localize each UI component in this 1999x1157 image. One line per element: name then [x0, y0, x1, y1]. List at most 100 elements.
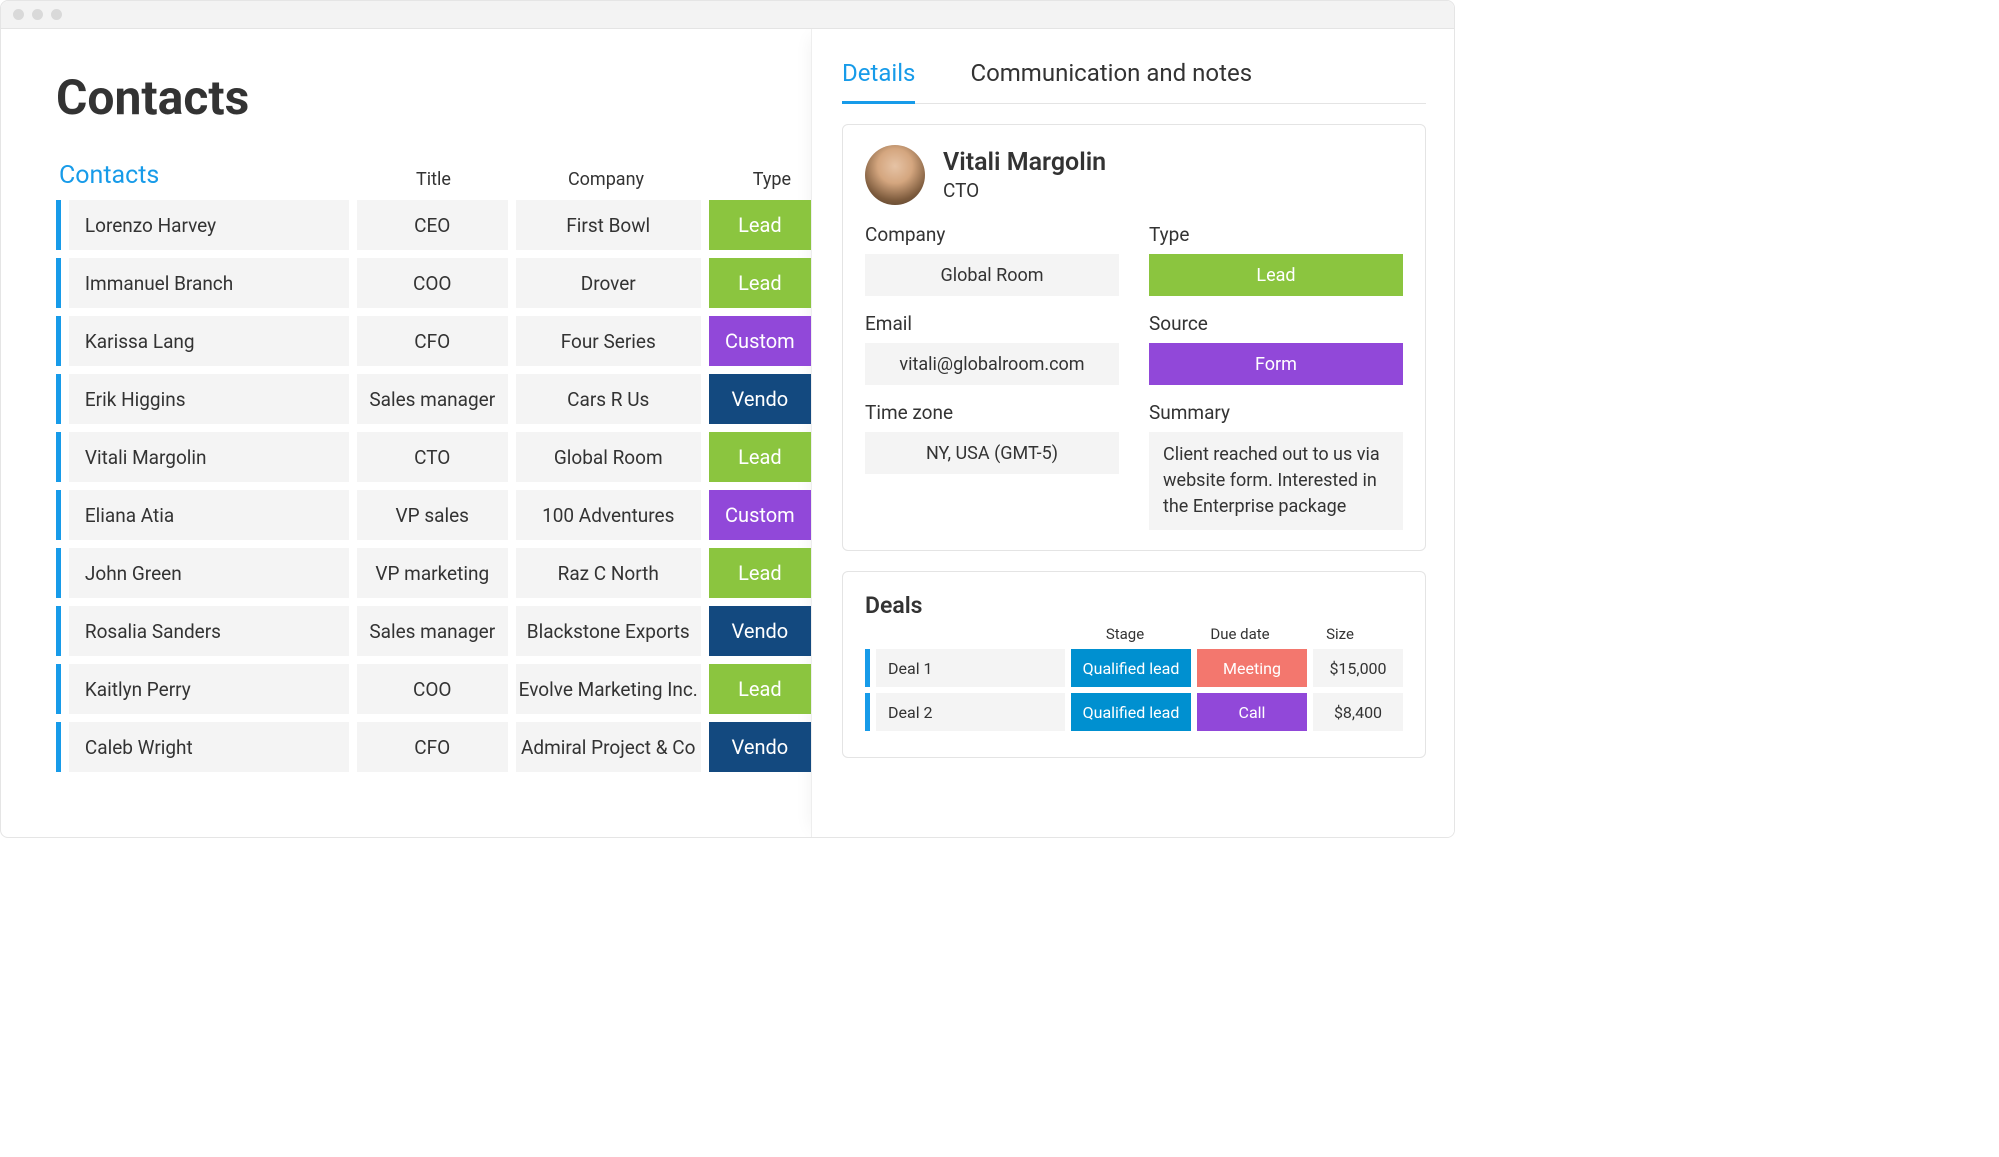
cell-type: Vendo [709, 606, 811, 656]
table-row[interactable]: Immanuel BranchCOODroverLead [56, 258, 811, 308]
cell-name: Eliana Atia [69, 490, 349, 540]
field-type-label: Type [1149, 223, 1403, 246]
cell-type: Custom [709, 316, 811, 366]
window-titlebar [1, 1, 1454, 29]
column-header-company: Company [511, 169, 701, 190]
table-row[interactable]: Karissa LangCFOFour SeriesCustom [56, 316, 811, 366]
page-title: Contacts [56, 69, 811, 126]
profile-card: Vitali Margolin CTO Company Global Room … [842, 124, 1426, 551]
row-accent-bar [56, 374, 61, 424]
table-row[interactable]: Kaitlyn PerryCOOEvolve Marketing Inc.Lea… [56, 664, 811, 714]
row-accent-bar [56, 200, 61, 250]
row-accent-bar [56, 606, 61, 656]
cell-type: Lead [709, 258, 811, 308]
cell-name: Karissa Lang [69, 316, 349, 366]
cell-company: First Bowl [516, 200, 701, 250]
row-accent-bar [56, 490, 61, 540]
contacts-header-row: Contacts Title Company Type [56, 161, 811, 190]
row-accent-bar [865, 649, 870, 687]
cell-title: VP marketing [357, 548, 508, 598]
window-dot-minimize-icon[interactable] [32, 9, 43, 20]
cell-type: Lead [709, 200, 811, 250]
cell-name: Vitali Margolin [69, 432, 349, 482]
app-window: Contacts Contacts Title Company Type Lor… [0, 0, 1455, 838]
cell-type: Lead [709, 548, 811, 598]
row-accent-bar [56, 548, 61, 598]
deal-row[interactable]: Deal 2Qualified leadCall$8,400 [865, 693, 1403, 731]
table-row[interactable]: Caleb WrightCFOAdmiral Project & CoVendo [56, 722, 811, 772]
field-type-value[interactable]: Lead [1149, 254, 1403, 296]
deal-size: $8,400 [1313, 693, 1403, 731]
profile-name: Vitali Margolin [943, 148, 1106, 177]
tabs: Details Communication and notes [842, 59, 1426, 104]
cell-type: Vendo [709, 374, 811, 424]
row-accent-bar [56, 316, 61, 366]
field-summary-value[interactable]: Client reached out to us via website for… [1149, 432, 1403, 530]
cell-company: Global Room [516, 432, 701, 482]
cell-name: Lorenzo Harvey [69, 200, 349, 250]
cell-type: Lead [709, 432, 811, 482]
tab-communication[interactable]: Communication and notes [970, 59, 1252, 103]
window-dot-zoom-icon[interactable] [51, 9, 62, 20]
cell-title: CEO [357, 200, 508, 250]
details-pane: Details Communication and notes Vitali M… [811, 29, 1454, 837]
deals-card: Deals Stage Due date Size Deal 1Qualifie… [842, 571, 1426, 758]
cell-title: Sales manager [357, 606, 508, 656]
field-timezone-value[interactable]: NY, USA (GMT-5) [865, 432, 1119, 474]
field-summary-label: Summary [1149, 401, 1403, 424]
field-company-value[interactable]: Global Room [865, 254, 1119, 296]
table-row[interactable]: Eliana AtiaVP sales100 AdventuresCustom [56, 490, 811, 540]
contacts-heading: Contacts [56, 161, 356, 190]
row-accent-bar [56, 664, 61, 714]
table-row[interactable]: Lorenzo HarveyCEOFirst BowlLead [56, 200, 811, 250]
column-header-type: Type [701, 169, 806, 190]
field-source-value[interactable]: Form [1149, 343, 1403, 385]
cell-title: Sales manager [357, 374, 508, 424]
field-source: Source Form [1149, 312, 1403, 385]
deals-header-row: Stage Due date Size [865, 625, 1403, 643]
table-row[interactable]: Erik HigginsSales managerCars R UsVendo [56, 374, 811, 424]
cell-name: John Green [69, 548, 349, 598]
field-email-label: Email [865, 312, 1119, 335]
table-row[interactable]: Vitali MargolinCTOGlobal RoomLead [56, 432, 811, 482]
cell-name: Caleb Wright [69, 722, 349, 772]
cell-name: Erik Higgins [69, 374, 349, 424]
profile-header: Vitali Margolin CTO [865, 145, 1403, 205]
cell-company: Admiral Project & Co [516, 722, 701, 772]
cell-title: COO [357, 258, 508, 308]
field-type: Type Lead [1149, 223, 1403, 296]
cell-company: Four Series [516, 316, 701, 366]
field-email-value[interactable]: vitali@globalroom.com [865, 343, 1119, 385]
field-company-label: Company [865, 223, 1119, 246]
field-company: Company Global Room [865, 223, 1119, 296]
tab-details[interactable]: Details [842, 59, 915, 104]
field-email: Email vitali@globalroom.com [865, 312, 1119, 385]
field-source-label: Source [1149, 312, 1403, 335]
deals-column-stage: Stage [1065, 625, 1185, 643]
cell-company: Blackstone Exports [516, 606, 701, 656]
table-row[interactable]: John GreenVP marketingRaz C NorthLead [56, 548, 811, 598]
row-accent-bar [865, 693, 870, 731]
cell-company: Drover [516, 258, 701, 308]
cell-company: 100 Adventures [516, 490, 701, 540]
contacts-table: Contacts Title Company Type Lorenzo Harv… [56, 161, 811, 772]
cell-name: Kaitlyn Perry [69, 664, 349, 714]
cell-company: Raz C North [516, 548, 701, 598]
contacts-pane: Contacts Contacts Title Company Type Lor… [1, 29, 811, 837]
contacts-rows: Lorenzo HarveyCEOFirst BowlLeadImmanuel … [56, 200, 811, 772]
avatar [865, 145, 925, 205]
deal-row[interactable]: Deal 1Qualified leadMeeting$15,000 [865, 649, 1403, 687]
table-row[interactable]: Rosalia SandersSales managerBlackstone E… [56, 606, 811, 656]
cell-title: CFO [357, 316, 508, 366]
cell-title: COO [357, 664, 508, 714]
deal-stage: Qualified lead [1071, 649, 1191, 687]
deals-rows: Deal 1Qualified leadMeeting$15,000 Deal 2… [865, 649, 1403, 731]
deal-name: Deal 1 [876, 649, 1065, 687]
field-summary: Summary Client reached out to us via web… [1149, 401, 1403, 530]
window-dot-close-icon[interactable] [13, 9, 24, 20]
deal-size: $15,000 [1313, 649, 1403, 687]
cell-type: Vendo [709, 722, 811, 772]
cell-name: Rosalia Sanders [69, 606, 349, 656]
cell-title: CFO [357, 722, 508, 772]
row-accent-bar [56, 432, 61, 482]
